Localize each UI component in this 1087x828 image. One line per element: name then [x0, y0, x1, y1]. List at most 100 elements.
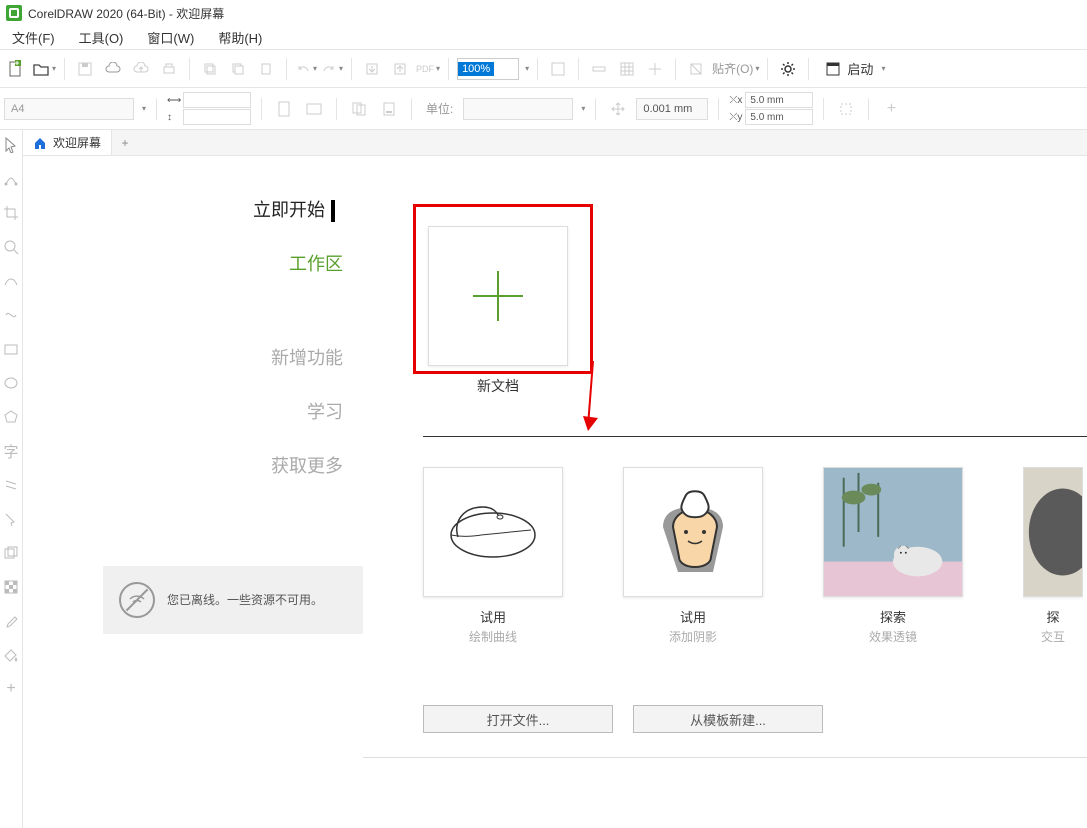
- template-thumb: [823, 467, 963, 597]
- divider: [423, 436, 1087, 437]
- template-sub: 绘制曲线: [469, 628, 517, 645]
- new-document-card[interactable]: [428, 226, 568, 366]
- freehand-tool-icon[interactable]: [0, 270, 22, 292]
- zoom-caret[interactable]: ▾: [525, 64, 529, 73]
- duplicate-offset[interactable]: ⤬x5.0 mm ⤬y5.0 mm: [729, 92, 813, 125]
- separator: [351, 58, 352, 80]
- launch-label: 启动: [847, 59, 873, 78]
- templates-row: 试用 绘制曲线 试用 添加阴影 探索: [423, 467, 1087, 645]
- template-sub: 添加阴影: [669, 628, 717, 645]
- page-size-input[interactable]: A4: [4, 98, 134, 120]
- fullscreen-icon: [546, 57, 570, 81]
- document-tabs: 欢迎屏幕 +: [23, 130, 1087, 156]
- snap-off-icon: [684, 57, 708, 81]
- rectangle-tool-icon[interactable]: [0, 338, 22, 360]
- connector-tool-icon[interactable]: [0, 508, 22, 530]
- menu-tools[interactable]: 工具(O): [79, 28, 124, 47]
- template-sub: 效果透镜: [869, 628, 917, 645]
- menu-help[interactable]: 帮助(H): [218, 28, 262, 47]
- add-tool-icon[interactable]: +: [0, 678, 22, 700]
- effects-tool-icon[interactable]: [0, 542, 22, 564]
- nudge-icon: [606, 97, 630, 121]
- welcome-nav: 立即开始 工作区 新增功能 学习 获取更多 您已离线。一些资源不可用。: [103, 196, 363, 828]
- pdf-icon: PDF▾: [416, 64, 440, 74]
- separator: [808, 58, 809, 80]
- separator: [64, 58, 65, 80]
- welcome-screen: 立即开始 工作区 新增功能 学习 获取更多 您已离线。一些资源不可用。: [23, 156, 1087, 828]
- separator: [767, 58, 768, 80]
- paste-icon: [254, 57, 278, 81]
- tab-welcome[interactable]: 欢迎屏幕: [23, 130, 112, 155]
- units-input[interactable]: [463, 98, 573, 120]
- menu-window[interactable]: 窗口(W): [147, 28, 194, 47]
- standard-toolbar: ▾ ▾ ▾ PDF▾ 100% ▾ 贴齐(O)▾ 启动 ▾: [0, 50, 1087, 88]
- rulers-icon: [587, 57, 611, 81]
- separator: [675, 58, 676, 80]
- bottom-buttons: 打开文件... 从模板新建...: [423, 705, 1087, 733]
- print-icon: [157, 57, 181, 81]
- pick-tool-icon[interactable]: [0, 134, 22, 156]
- open-file-icon[interactable]: ▾: [32, 60, 56, 78]
- polygon-tool-icon[interactable]: [0, 406, 22, 428]
- cut-icon: [226, 57, 250, 81]
- snap-dropdown[interactable]: 贴齐(O)▾: [712, 60, 759, 77]
- new-file-icon[interactable]: [4, 57, 28, 81]
- template-title: 探: [1046, 607, 1059, 626]
- portrait-icon: [272, 97, 296, 121]
- parallel-tool-icon[interactable]: [0, 474, 22, 496]
- open-file-button[interactable]: 打开文件...: [423, 705, 613, 733]
- text-tool-icon[interactable]: 字: [0, 440, 22, 462]
- nav-learn[interactable]: 学习: [307, 398, 343, 424]
- nav-workspace[interactable]: 工作区: [289, 250, 343, 276]
- template-card-interactive[interactable]: 探 交互: [1023, 467, 1083, 645]
- template-card-lens[interactable]: 探索 效果透镜: [823, 467, 963, 645]
- eyedropper-tool-icon[interactable]: [0, 610, 22, 632]
- copy-icon: [198, 57, 222, 81]
- home-icon: [33, 136, 47, 150]
- launch-icon: [825, 61, 841, 77]
- all-pages-icon: [347, 97, 371, 121]
- menu-file[interactable]: 文件(F): [12, 28, 55, 47]
- crop-icon: [834, 97, 858, 121]
- app-icon: [6, 5, 22, 21]
- template-thumb: [423, 467, 563, 597]
- template-card-curves[interactable]: 试用 绘制曲线: [423, 467, 563, 645]
- export-icon: [388, 57, 412, 81]
- zoom-input[interactable]: 100%: [457, 58, 519, 80]
- cloud-icon[interactable]: [101, 57, 125, 81]
- template-thumb: [1023, 467, 1083, 597]
- template-title: 探索: [880, 607, 906, 626]
- separator: [537, 58, 538, 80]
- undo-icon: ▾: [295, 62, 317, 76]
- separator: [448, 58, 449, 80]
- crop-tool-icon[interactable]: [0, 202, 22, 224]
- page-dims[interactable]: ⟷ ↕: [167, 92, 251, 125]
- zoom-tool-icon[interactable]: [0, 236, 22, 258]
- template-title: 试用: [480, 607, 506, 626]
- chevron-down-icon: ▾: [881, 64, 885, 73]
- shape-tool-icon[interactable]: [0, 168, 22, 190]
- landscape-icon: [302, 97, 326, 121]
- options-icon[interactable]: [776, 57, 800, 81]
- fill-tool-icon[interactable]: [0, 644, 22, 666]
- separator: [286, 58, 287, 80]
- nav-getmore[interactable]: 获取更多: [271, 452, 343, 478]
- new-from-template-button[interactable]: 从模板新建...: [633, 705, 823, 733]
- launch-button[interactable]: 启动 ▾: [817, 55, 893, 82]
- import-icon: [360, 57, 384, 81]
- separator: [189, 58, 190, 80]
- ellipse-tool-icon[interactable]: [0, 372, 22, 394]
- tab-label: 欢迎屏幕: [53, 134, 101, 151]
- nav-start[interactable]: 立即开始: [253, 196, 343, 222]
- nav-whatsnew[interactable]: 新增功能: [271, 344, 343, 370]
- artistic-tool-icon[interactable]: [0, 304, 22, 326]
- add-tab-button[interactable]: +: [112, 130, 138, 155]
- template-card-shadow[interactable]: 试用 添加阴影: [623, 467, 763, 645]
- plus-icon: [473, 295, 523, 297]
- transparency-tool-icon[interactable]: [0, 576, 22, 598]
- save-icon: [73, 57, 97, 81]
- cloud-up-icon: [129, 57, 153, 81]
- nudge-input[interactable]: 0.001 mm: [636, 98, 708, 120]
- separator: [578, 58, 579, 80]
- redo-icon: ▾: [321, 62, 343, 76]
